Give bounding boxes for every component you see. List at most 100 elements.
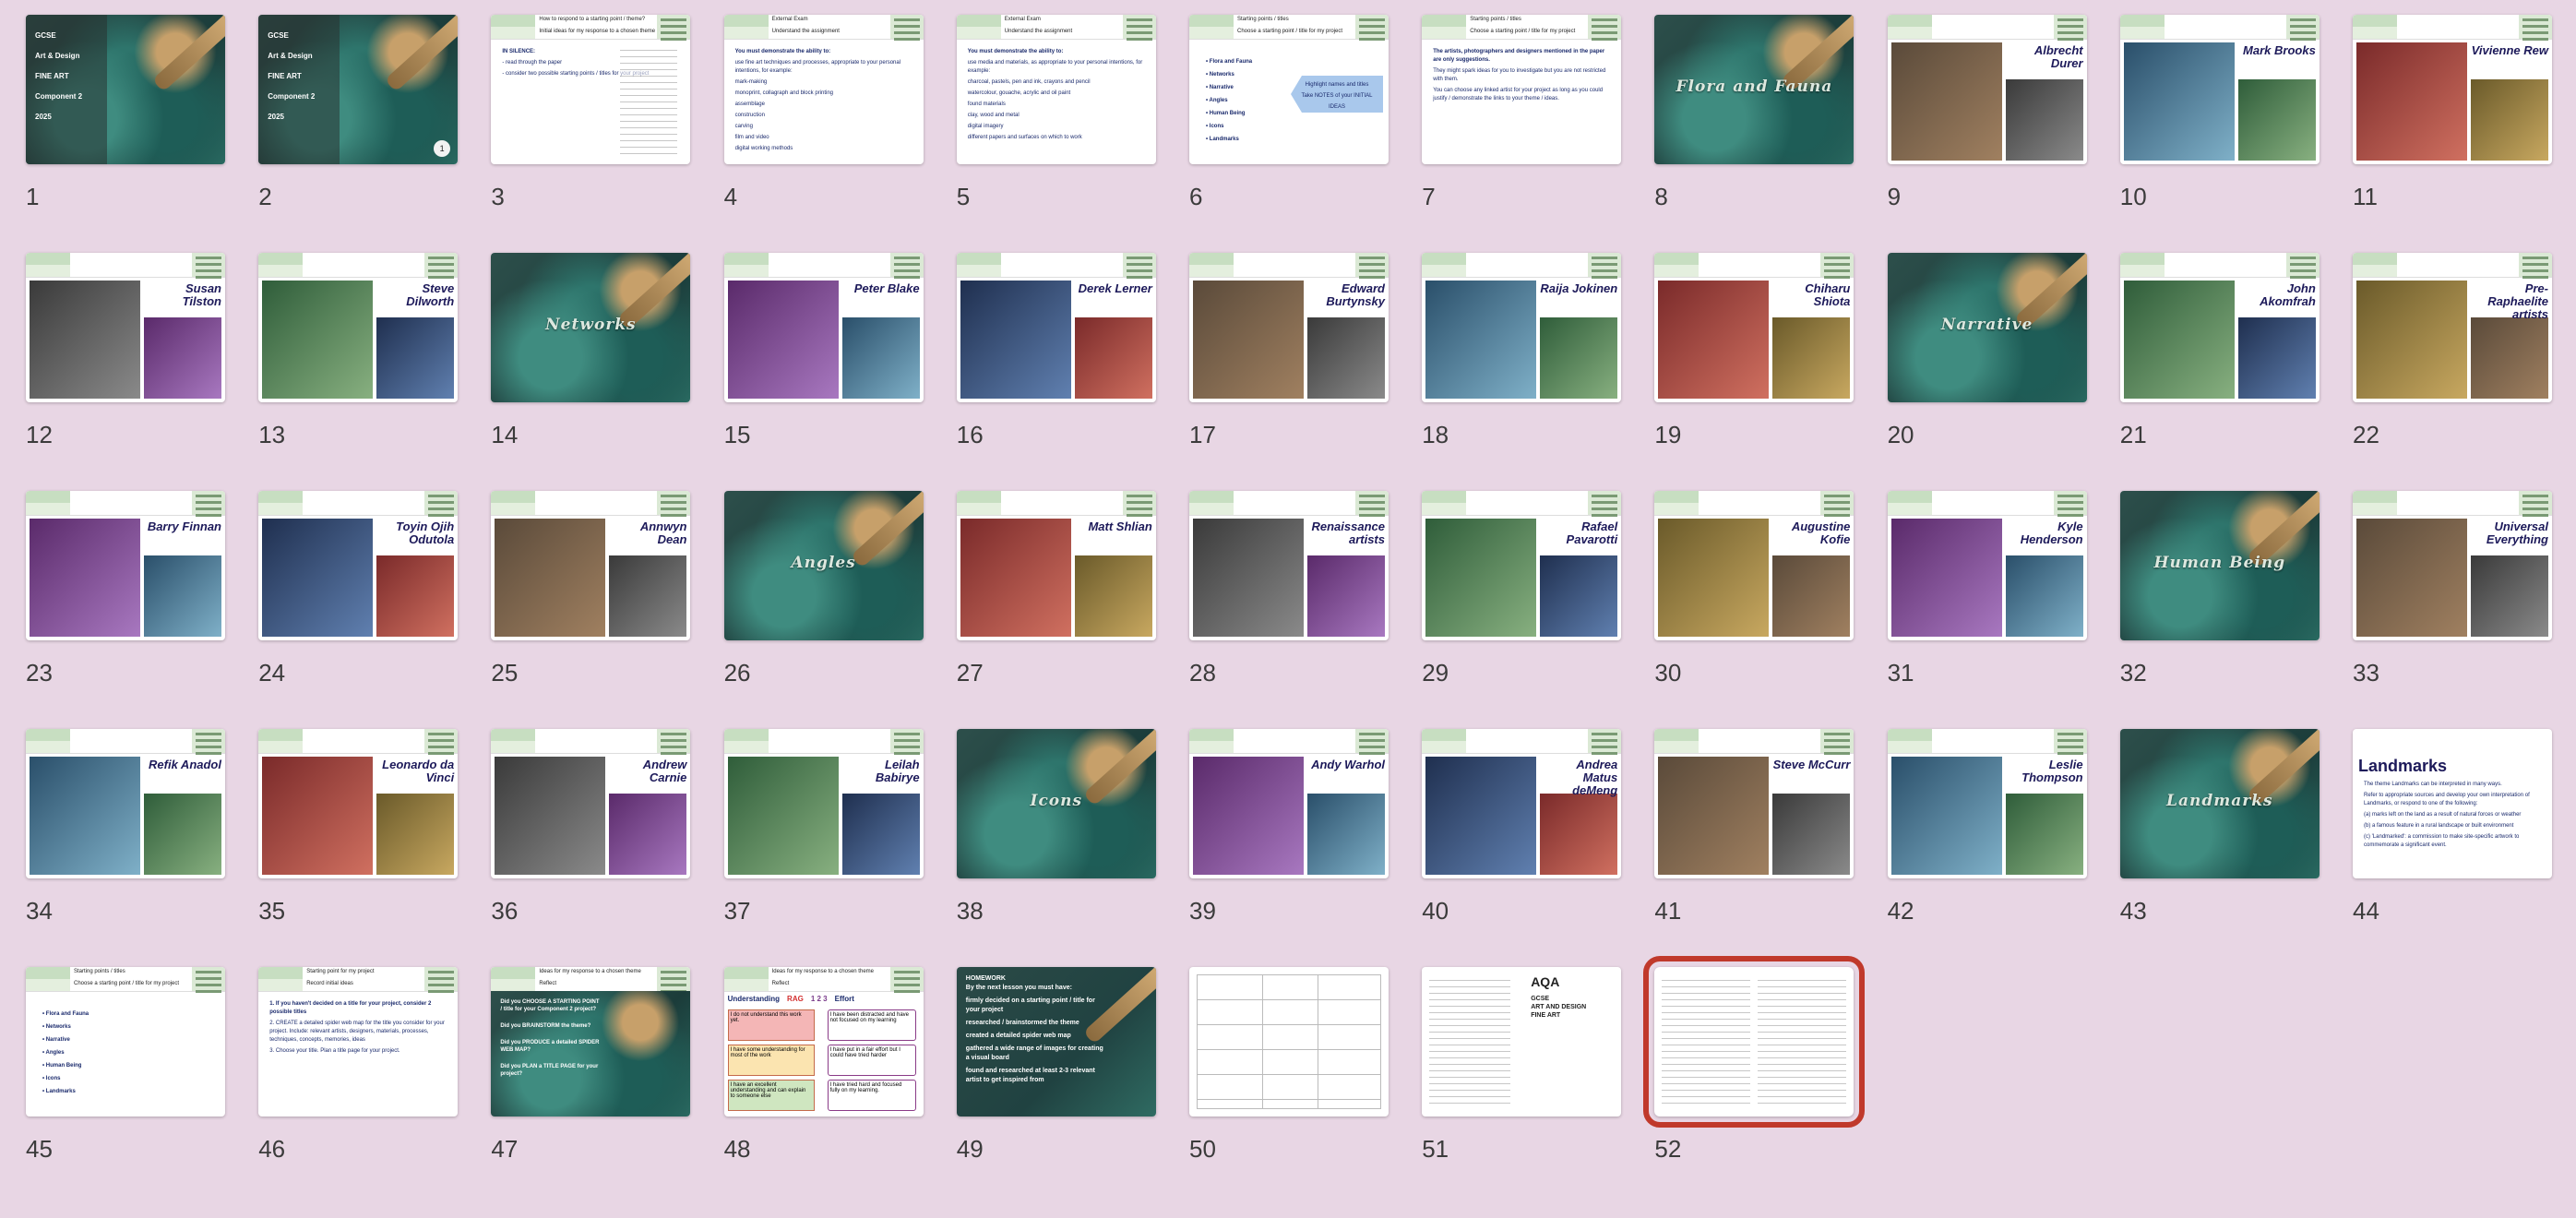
objective-line <box>661 977 687 980</box>
objective-line <box>1126 31 1152 34</box>
objective-line <box>893 269 920 272</box>
slide-thumbnail[interactable]: Andy Warhol <box>1189 729 1389 878</box>
slide-thumbnail[interactable]: Derek Lerner <box>956 253 1156 402</box>
header-stage-tag <box>1422 491 1467 503</box>
slide-thumbnail[interactable]: Icons <box>956 729 1156 878</box>
objective-line <box>893 746 920 748</box>
header-stage-tag <box>2353 27 2397 39</box>
slide-thumbnail[interactable]: Starting points / titles Choose a startin… <box>1422 15 1622 164</box>
slide-thumbnail[interactable]: Rafael Pavarotti <box>1422 491 1622 640</box>
slide-thumbnail[interactable]: Landmarks <box>2119 729 2320 878</box>
slide-thumbnail[interactable]: Annwyn Dean <box>491 491 691 640</box>
slide-thumbnail[interactable]: Albrecht Durer <box>1887 15 2087 164</box>
slide-cell: Angles 26 <box>698 476 924 707</box>
header-stage-tag <box>491 15 536 27</box>
header-stage-tag <box>491 729 536 741</box>
slide-thumbnail[interactable]: Steve McCurr <box>1654 729 1854 878</box>
slide-thumbnail[interactable]: Ideas for my response to a chosen theme R… <box>723 967 924 1116</box>
header-objectives <box>889 967 924 993</box>
slide-thumbnail[interactable]: Augustine Kofie <box>1654 491 1854 640</box>
slide-thumbnail[interactable]: Starting points / titles Choose a startin… <box>26 967 225 1116</box>
slide-thumbnail[interactable]: Narrative <box>1887 253 2087 402</box>
slide-thumbnail[interactable]: Leilah Babirye <box>723 729 924 878</box>
slide-thumbnail[interactable]: Andrea Matus deMeng <box>1422 729 1622 878</box>
artwork-image <box>2005 79 2083 161</box>
slide-thumbnail[interactable]: Andrew Carnie <box>491 729 691 878</box>
slide-cell: Flora and Fauna 8 <box>1628 0 1854 231</box>
slide-thumbnail[interactable]: Matt Shlian <box>956 491 1156 640</box>
slide-thumbnail[interactable]: HOMEWORK By the next lesson you must have… <box>956 967 1156 1116</box>
slide-thumbnail[interactable]: Networks <box>491 253 691 402</box>
artwork-image <box>609 555 687 637</box>
slide-thumbnail[interactable]: Starting points / titles Choose a startin… <box>1189 15 1389 164</box>
slide-thumbnail[interactable]: Leonardo da Vinci <box>258 729 459 878</box>
header-objectives <box>889 253 924 279</box>
slide-thumbnail[interactable]: Starting point for my project Record init… <box>258 967 459 1116</box>
slide-thumbnail[interactable]: Barry Finnan <box>26 491 225 640</box>
slide-thumbnail[interactable]: Edward Burtynsky <box>1189 253 1389 402</box>
slide-number: 38 <box>956 897 984 925</box>
slide-thumbnail[interactable]: Chiharu Shiota <box>1654 253 1854 402</box>
slide-thumbnail[interactable]: How to respond to a starting point / the… <box>491 15 691 164</box>
slide-thumbnail[interactable]: Toyin Ojih Odutola <box>258 491 459 640</box>
slide-cell: Steve Dilworth 13 <box>233 238 459 469</box>
artwork-image <box>1307 794 1385 875</box>
slide-thumbnail[interactable]: Vivienne Rew <box>2353 15 2552 164</box>
aqa-logo: AQA <box>1531 974 1560 989</box>
objective-line <box>1359 514 1385 517</box>
slide-number: 27 <box>956 659 984 687</box>
slide-number: 37 <box>723 897 751 925</box>
slide-thumbnail[interactable]: GCSE Art & Design FINE ART Component 2 2025 <box>26 15 225 164</box>
slide-thumbnail[interactable]: External Exam Understand the assignment Yo… <box>956 15 1156 164</box>
slide-thumbnail[interactable]: Steve Dilworth <box>258 253 459 402</box>
slide-thumbnail[interactable]: Susan Tilston <box>26 253 225 402</box>
objective-line <box>428 733 455 735</box>
slide-thumbnail[interactable]: Kyle Henderson <box>1887 491 2087 640</box>
slide-thumbnail[interactable]: GCSE Art & Design FINE ART Component 2 2025 1 <box>258 15 459 164</box>
slide-thumbnail[interactable]: External Exam Understand the assignment Yo… <box>723 15 924 164</box>
slide-thumbnail[interactable]: Human Being <box>2119 491 2320 640</box>
objective-line <box>1824 257 1851 259</box>
slide-header: Starting points / titles Choose a startin… <box>1189 15 1389 41</box>
slide-number: 49 <box>956 1135 984 1163</box>
slide-thumbnail[interactable]: Mark Brooks <box>2119 15 2320 164</box>
slide-thumbnail[interactable]: Landmarks The theme Landmarks can be inte… <box>2353 729 2552 878</box>
slide-thumbnail[interactable] <box>1643 956 1866 1128</box>
slide-thumbnail[interactable]: John Akomfrah <box>2119 253 2320 402</box>
slide-number: 33 <box>2353 659 2379 687</box>
slide-thumbnail[interactable]: Leslie Thompson <box>1887 729 2087 878</box>
objective-line <box>893 263 920 266</box>
header-stage-tag <box>723 253 769 265</box>
slide-header <box>723 729 924 755</box>
slide-header: Ideas for my response to a chosen theme R… <box>491 967 691 993</box>
slide-thumbnail[interactable]: Renaissance artists <box>1189 491 1389 640</box>
slide-thumbnail[interactable]: Angles <box>723 491 924 640</box>
objective-line <box>1824 752 1851 755</box>
slide-body: 1. If you haven't decided on a title for… <box>269 1000 448 1058</box>
slide-thumbnail[interactable]: Universal Everything <box>2353 491 2552 640</box>
header-subtitle: Understand the assignment <box>771 29 840 34</box>
slide-thumbnail[interactable]: Raija Jokinen <box>1422 253 1622 402</box>
slide-number: 42 <box>1887 897 1914 925</box>
slide-cell: Matt Shlian 27 <box>931 476 1156 707</box>
objective-line <box>661 514 687 517</box>
slide-thumbnail[interactable]: Pre-Raphaelite artists <box>2353 253 2552 402</box>
header-stage-tag <box>2119 15 2165 27</box>
artwork-image <box>376 317 455 399</box>
theme-item: Human Being <box>1206 107 1252 120</box>
slide-thumbnail[interactable]: Refik Anadol <box>26 729 225 878</box>
slide-thumbnail[interactable]: AQA GCSE ART AND DESIGN FINE ART <box>1422 967 1622 1116</box>
slide-thumbnail[interactable]: Flora and Fauna <box>1654 15 1854 164</box>
objective-line <box>2289 257 2316 259</box>
slide-thumbnail[interactable]: Peter Blake <box>723 253 924 402</box>
artwork-image <box>1890 519 2002 637</box>
slide-cell: GCSE Art & Design FINE ART Component 2 2025 1 <box>0 0 225 231</box>
objective-line <box>2057 514 2083 517</box>
slide-cell: Kyle Henderson 31 <box>1862 476 2087 707</box>
slide-thumbnail[interactable] <box>1189 967 1389 1116</box>
objective-line <box>2522 25 2548 28</box>
objective-line <box>1592 276 1618 279</box>
slide-cell: Icons 38 <box>931 714 1156 945</box>
slide-thumbnail[interactable]: Ideas for my response to a chosen theme R… <box>491 967 691 1116</box>
header-stage-tag <box>491 27 536 39</box>
